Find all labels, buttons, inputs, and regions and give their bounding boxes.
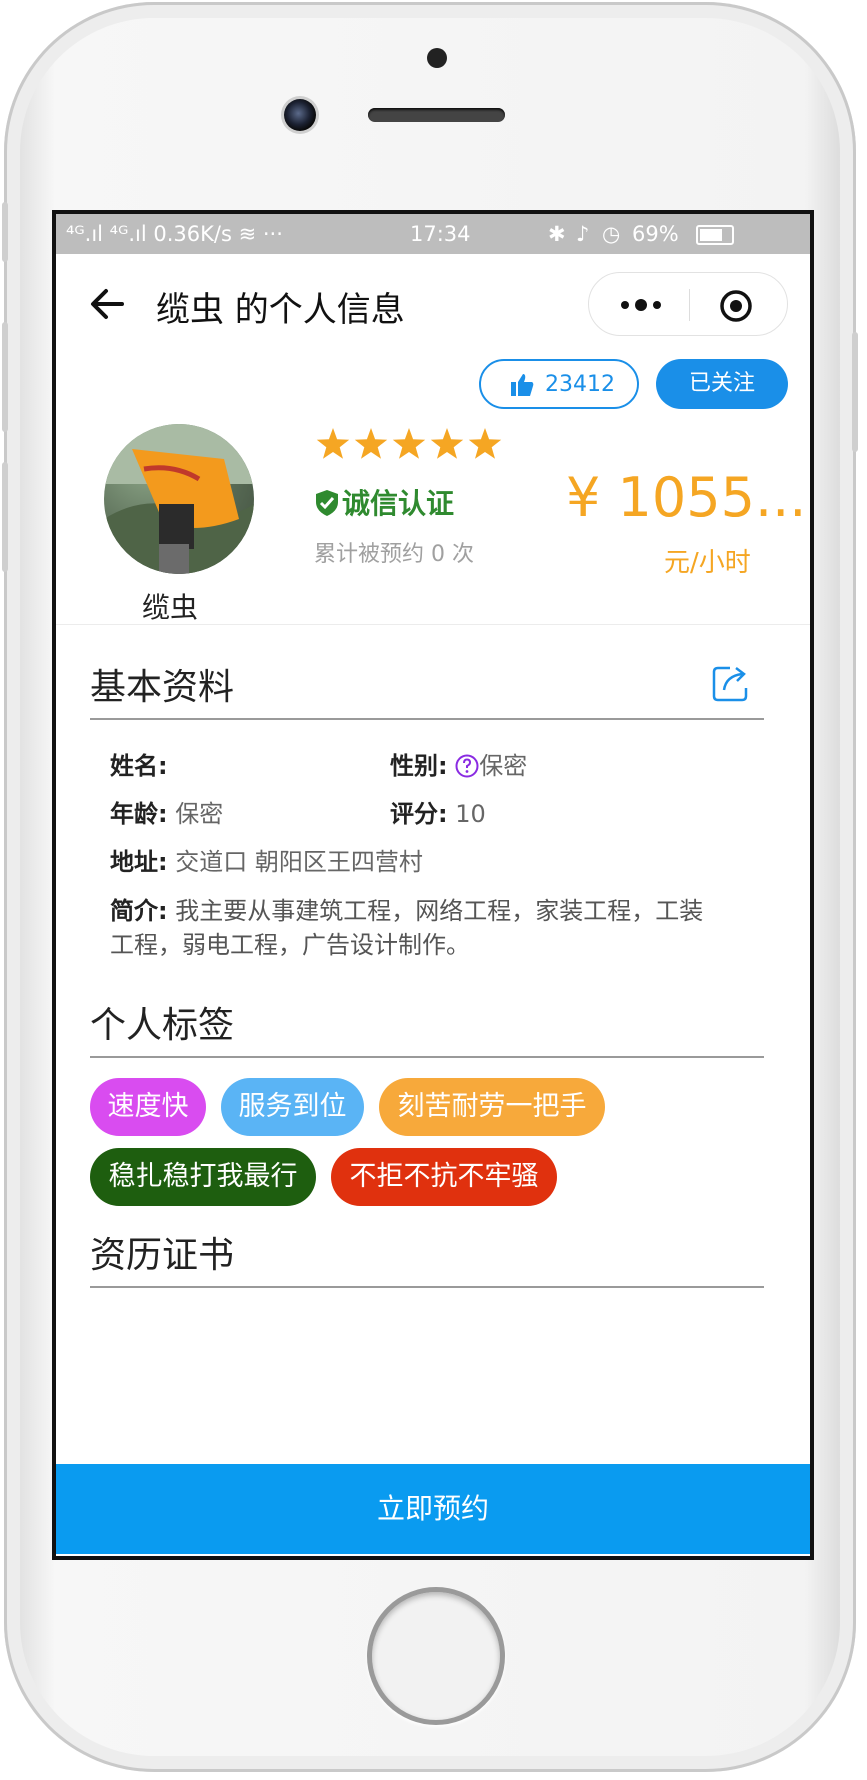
star-icon — [430, 428, 464, 459]
tag-item: 不拒不抗不牢骚 — [331, 1148, 557, 1206]
divider — [56, 624, 810, 625]
price-unit: 元/小时 — [664, 548, 751, 578]
mute-icon: ♪ — [576, 222, 590, 246]
thumbs-up-icon — [511, 374, 534, 396]
field-age: 年龄: 保密 — [110, 794, 223, 829]
section-divider — [90, 1286, 764, 1288]
section-divider — [90, 1056, 764, 1058]
field-intro-label: 简介: — [110, 897, 168, 925]
field-gender-label: 性别: — [390, 752, 448, 780]
field-name-label: 姓名: — [110, 752, 168, 780]
booked-count: 累计被预约 0 次 — [314, 542, 474, 567]
star-rating — [314, 426, 504, 468]
power-button — [852, 332, 858, 452]
status-time: 17:34 — [410, 222, 471, 246]
tag-item: 服务到位 — [221, 1078, 364, 1136]
field-address-label: 地址: — [110, 848, 168, 876]
home-button[interactable] — [367, 1587, 505, 1725]
shield-check-icon — [316, 490, 338, 516]
status-network: ⁴ᴳ.ıl ⁴ᴳ.ıl 0.36K/s ≋ ··· — [66, 222, 283, 246]
star-icon — [392, 428, 426, 459]
field-score: 评分: 10 — [390, 794, 486, 829]
field-gender-value: 保密 — [479, 752, 528, 780]
field-score-value: 10 — [455, 800, 486, 828]
field-gender: 性别: 保密 — [390, 746, 527, 781]
section-title-basic-info: 基本资料 — [90, 667, 235, 708]
mute-switch — [2, 202, 8, 262]
volume-down-button — [2, 462, 8, 572]
like-count: 23412 — [545, 372, 615, 397]
user-name: 缆虫 — [142, 591, 199, 624]
miniprogram-capsule — [588, 272, 788, 336]
bluetooth-icon: ✱ — [548, 222, 566, 246]
field-name: 姓名: — [110, 746, 168, 781]
tag-item: 稳扎稳打我最行 — [90, 1148, 316, 1206]
section-title-certificates: 资历证书 — [90, 1235, 235, 1276]
app-screen: ⁴ᴳ.ıl ⁴ᴳ.ıl 0.36K/s ≋ ··· 17:34 ✱ ♪ ◷ 69… — [52, 210, 814, 1560]
field-intro: 简介: 我主要从事建筑工程，网络工程，家装工程，工装工程，弱电工程，广告设计制作… — [110, 894, 710, 962]
field-address: 地址: 交道口 朝阳区王四营村 — [110, 842, 423, 877]
front-camera — [284, 99, 316, 131]
status-battery: 69% — [632, 222, 679, 246]
more-options-icon[interactable] — [613, 295, 669, 315]
close-miniprogram-icon[interactable] — [719, 289, 753, 323]
tag-item: 速度快 — [90, 1078, 206, 1136]
follow-button[interactable]: 已关注 — [656, 359, 788, 409]
capsule-divider — [689, 289, 690, 321]
field-score-label: 评分: — [390, 800, 448, 828]
alarm-icon: ◷ — [602, 222, 621, 246]
section-divider — [90, 718, 764, 720]
field-age-value: 保密 — [175, 800, 224, 828]
field-age-label: 年龄: — [110, 800, 168, 828]
credit-badge: 诚信认证 — [314, 482, 454, 522]
battery-icon — [696, 225, 734, 245]
proximity-sensor — [427, 48, 447, 68]
section-title-tags: 个人标签 — [90, 1005, 235, 1046]
page-title: 缆虫 的个人信息 — [156, 290, 405, 330]
price: ¥ 1055... — [566, 466, 807, 529]
nav-bar: 缆虫 的个人信息 — [56, 254, 810, 354]
status-bar: ⁴ᴳ.ıl ⁴ᴳ.ıl 0.36K/s ≋ ··· 17:34 ✱ ♪ ◷ 69… — [56, 214, 810, 254]
star-icon — [354, 428, 388, 459]
field-intro-value: 我主要从事建筑工程，网络工程，家装工程，工装工程，弱电工程，广告设计制作。 — [110, 897, 704, 959]
like-button[interactable]: 23412 — [479, 359, 639, 409]
question-icon — [455, 754, 479, 778]
star-icon — [316, 428, 350, 459]
field-address-value: 交道口 朝阳区王四营村 — [175, 848, 423, 876]
volume-up-button — [2, 322, 8, 432]
book-now-button[interactable]: 立即预约 — [56, 1464, 810, 1554]
tag-item: 刻苦耐劳一把手 — [379, 1078, 605, 1136]
avatar-photo — [104, 424, 254, 574]
share-icon[interactable] — [710, 664, 750, 704]
credit-label: 诚信认证 — [342, 487, 455, 520]
earpiece-speaker — [368, 108, 505, 122]
star-icon — [468, 428, 502, 459]
back-arrow-icon[interactable] — [86, 282, 130, 326]
avatar[interactable] — [104, 424, 254, 574]
